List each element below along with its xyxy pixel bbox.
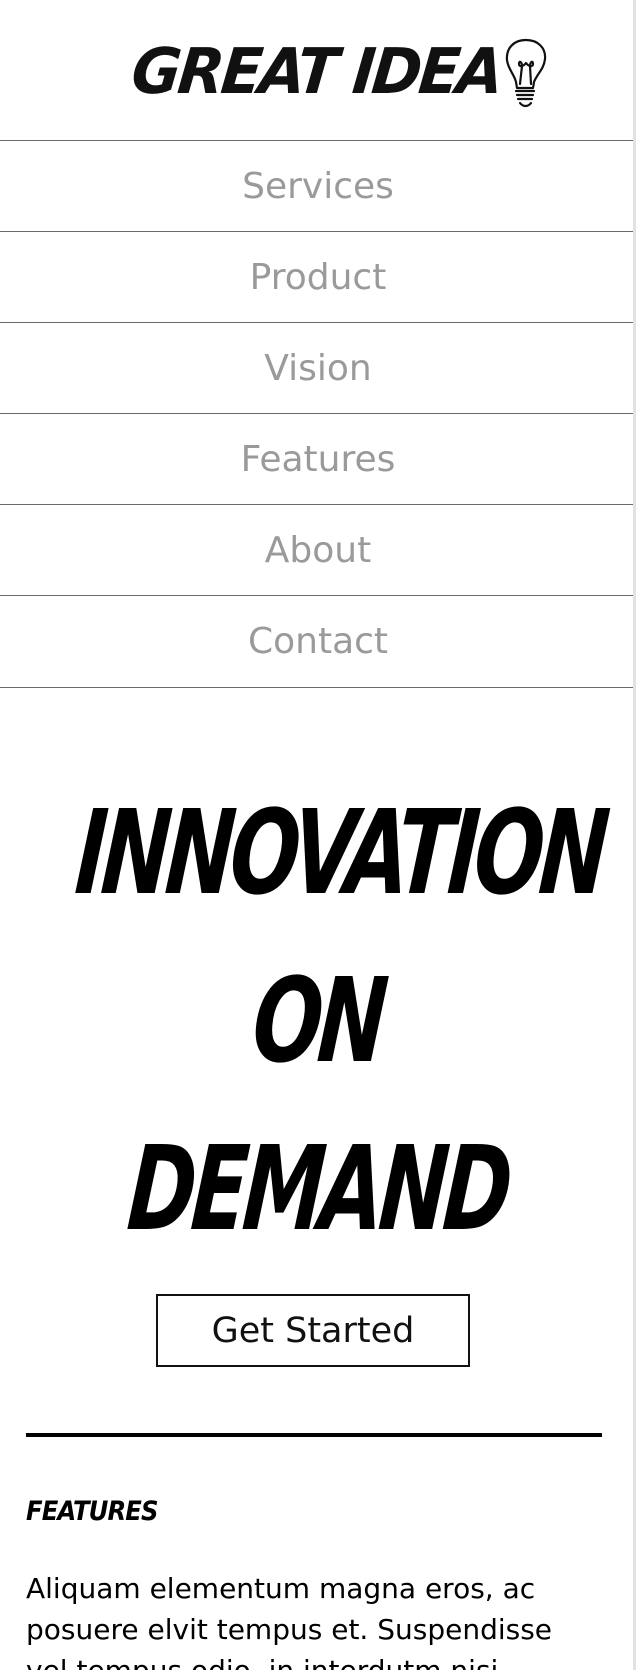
get-started-button[interactable]: Get Started xyxy=(156,1294,470,1367)
main-nav: Services Product Vision Features About C… xyxy=(0,140,636,688)
hero-line-3: DEMAND xyxy=(123,1121,513,1257)
nav-item-features[interactable]: Features xyxy=(0,413,636,504)
site-logo[interactable]: GREAT IDEA xyxy=(128,27,551,109)
hero-heading: INNOVATION ON DEMAND xyxy=(0,770,636,1274)
hero-line-2: ON xyxy=(248,953,388,1089)
hero-line-1: INNOVATION xyxy=(71,785,610,921)
nav-item-product[interactable]: Product xyxy=(0,231,636,322)
section-divider xyxy=(26,1433,602,1437)
features-body: Aliquam elementum magna eros, ac posuere… xyxy=(26,1572,553,1670)
features-heading: FEATURES xyxy=(26,1496,159,1527)
page: GREAT IDEA Services Product Vision Featu… xyxy=(0,0,636,1670)
nav-item-about[interactable]: About xyxy=(0,504,636,595)
nav-item-services[interactable]: Services xyxy=(0,140,636,231)
nav-item-contact[interactable]: Contact xyxy=(0,595,636,688)
lightbulb-icon xyxy=(505,38,546,108)
site-header: GREAT IDEA xyxy=(0,0,636,140)
nav-item-vision[interactable]: Vision xyxy=(0,322,636,413)
logo-text: GREAT IDEA xyxy=(128,35,505,109)
